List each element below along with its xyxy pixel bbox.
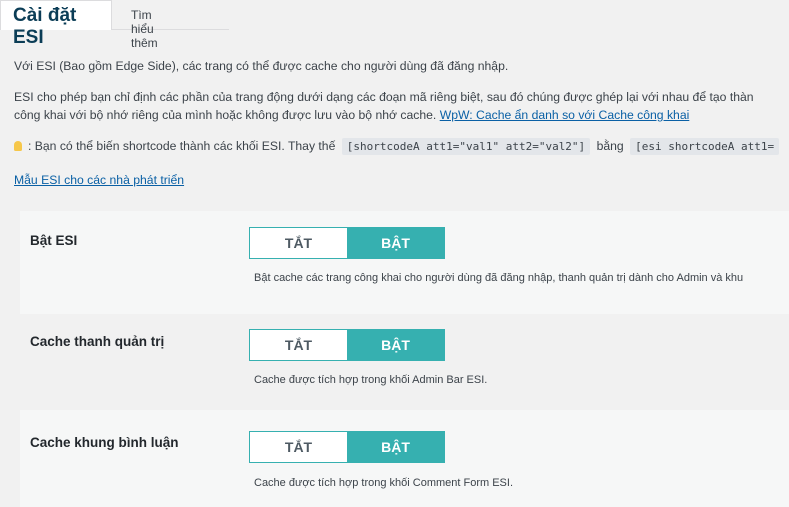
setting-enable-esi: Bật ESI TẮT BẬT Bật cache các trang công…	[20, 211, 789, 314]
esi-description-line1: ESI cho phép bạn chỉ định các phần của t…	[14, 90, 754, 104]
toggle-on-option[interactable]: BẬT	[347, 228, 444, 258]
tip-prefix: : Bạn có thể biến shortcode thành các kh…	[28, 139, 336, 153]
toggle-off-option[interactable]: TẮT	[250, 228, 347, 258]
esi-description-text: công khai với bộ nhớ riêng của mình hoặc…	[14, 108, 437, 122]
cache-comparison-link[interactable]: WpW: Cache ẩn danh so với Cache công kha…	[440, 108, 690, 122]
intro-paragraph: Với ESI (Bao gồm Edge Side), các trang c…	[14, 59, 509, 73]
tab-divider	[112, 29, 229, 30]
tab-learn-more[interactable]: Tìm hiểu thêm	[131, 8, 158, 50]
comment-form-cache-toggle[interactable]: TẮT BẬT	[249, 431, 445, 463]
setting-description: Bật cache các trang công khai cho người …	[254, 272, 744, 284]
dev-samples-row: Mẫu ESI cho các nhà phát triển	[14, 171, 184, 189]
lightbulb-icon	[14, 141, 22, 151]
setting-comment-form-cache: Cache khung bình luận TẮT BẬT Cache được…	[20, 410, 789, 507]
esi-shortcode-example: [esi shortcodeA att1=	[630, 138, 780, 155]
toggle-off-option[interactable]: TẮT	[250, 432, 347, 462]
toggle-off-option[interactable]: TẮT	[250, 330, 347, 360]
shortcode-example: [shortcodeA att1="val1" att2="val2"]	[341, 138, 591, 155]
setting-description: Cache được tích hợp trong khối Comment F…	[254, 477, 513, 489]
admin-bar-cache-toggle[interactable]: TẮT BẬT	[249, 329, 445, 361]
tab-esi-settings[interactable]: Cài đặt ESI	[0, 0, 112, 48]
setting-label: Bật ESI	[30, 233, 78, 248]
esi-dev-samples-link[interactable]: Mẫu ESI cho các nhà phát triển	[14, 173, 184, 187]
shortcode-tip: : Bạn có thể biến shortcode thành các kh…	[14, 137, 782, 156]
toggle-on-option[interactable]: BẬT	[347, 432, 444, 462]
esi-description-line2: công khai với bộ nhớ riêng của mình hoặc…	[14, 106, 689, 124]
tab-esi-settings-label: Cài đặt ESI	[13, 5, 77, 48]
tip-middle: bằng	[596, 139, 624, 153]
enable-esi-toggle[interactable]: TẮT BẬT	[249, 227, 445, 259]
setting-label: Cache khung bình luận	[30, 435, 179, 450]
setting-label: Cache thanh quản trị	[30, 334, 165, 349]
toggle-on-option[interactable]: BẬT	[347, 330, 444, 360]
setting-description: Cache được tích hợp trong khối Admin Bar…	[254, 374, 488, 386]
setting-admin-bar-cache: Cache thanh quản trị TẮT BẬT Cache được …	[20, 314, 789, 410]
